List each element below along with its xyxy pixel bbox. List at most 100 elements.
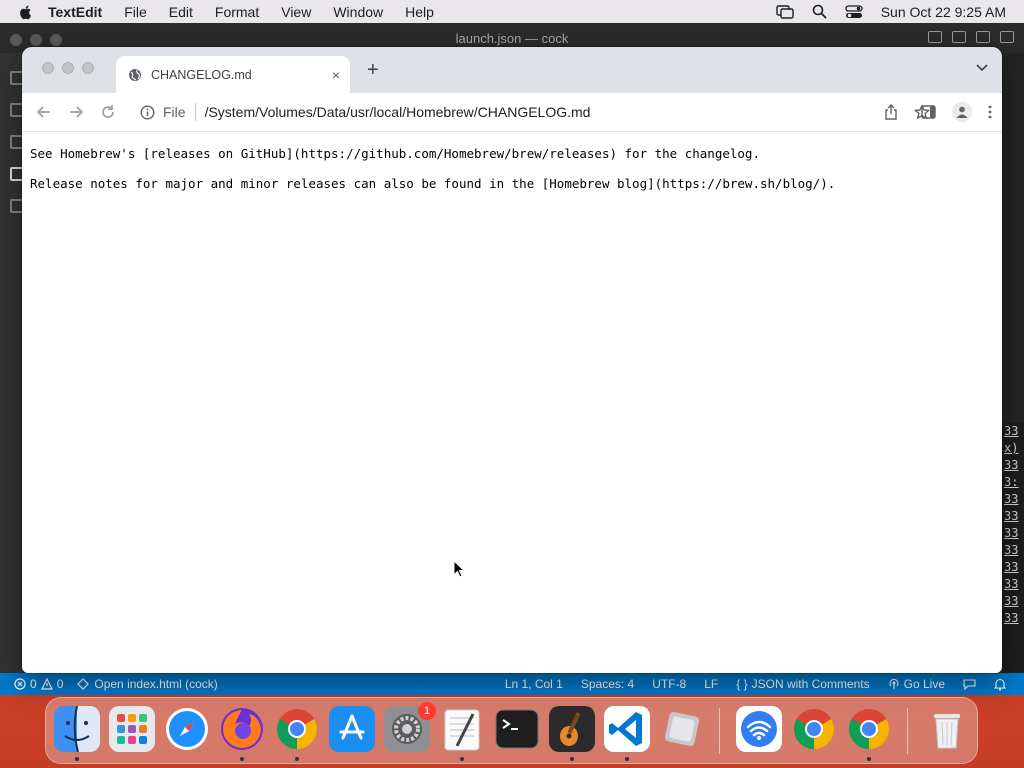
launchpad-icon[interactable] (109, 706, 155, 752)
arrow-right-icon (70, 106, 84, 118)
tab-title: CHANGELOG.md (151, 67, 252, 82)
eol-label: LF (704, 677, 719, 691)
customize-layout-icon[interactable] (1000, 31, 1014, 43)
cursor-position-label: Ln 1, Col 1 (504, 677, 563, 691)
mouse-pointer-icon (453, 560, 465, 578)
encoding-setting[interactable]: UTF-8 (652, 677, 686, 691)
running-indicator (460, 757, 464, 761)
broadcast-icon (889, 678, 899, 689)
close-tab-button[interactable]: × (332, 67, 340, 83)
safari-icon[interactable] (164, 706, 210, 752)
forward-button[interactable] (66, 102, 86, 122)
running-indicator (570, 757, 574, 761)
menu-clock[interactable]: Sun Oct 22 9:25 AM (881, 4, 1006, 20)
editor-line: 33 (1004, 492, 1019, 506)
editor-line: 33 (1004, 611, 1019, 625)
toggle-panel-icon[interactable] (952, 31, 966, 43)
editor-line: 33 (1004, 424, 1019, 438)
info-icon[interactable] (140, 104, 155, 120)
editor-line: 33 (1004, 509, 1019, 523)
menu-edit[interactable]: Edit (169, 4, 193, 20)
kebab-menu-icon[interactable] (988, 105, 992, 119)
side-panel-icon[interactable] (921, 105, 936, 119)
textedit-icon[interactable] (439, 706, 485, 752)
system-settings-icon[interactable]: 1 (384, 702, 436, 752)
preview-icon[interactable] (659, 706, 705, 752)
error-count: 0 (30, 677, 37, 691)
vscode-window-controls (10, 34, 62, 46)
zoom-window-button[interactable] (50, 34, 62, 46)
editor-line: 3: (1004, 475, 1019, 489)
running-indicator (240, 757, 244, 761)
finder-icon[interactable] (54, 705, 100, 753)
toggle-primary-sidebar-icon[interactable] (928, 31, 942, 43)
vscode-window-title: launch.json — cock (455, 30, 569, 46)
menu-view[interactable]: View (281, 4, 311, 20)
share-icon[interactable] (884, 104, 898, 120)
running-indicator (625, 757, 629, 761)
bell-icon (994, 678, 1006, 691)
problems-indicator[interactable]: 0 0 (14, 677, 63, 691)
vscode-icon[interactable] (604, 706, 650, 752)
tab-changelog[interactable]: CHANGELOG.md × (116, 56, 350, 93)
editor-line: x) (1004, 441, 1019, 455)
tab-search-chevron-icon[interactable] (976, 64, 988, 72)
notifications-button[interactable] (994, 678, 1006, 691)
zoom-window-button[interactable] (82, 62, 94, 74)
feedback-button[interactable] (963, 678, 976, 690)
editor-visible-fragment: 33 x) 33 3: 33 33 33 33 33 33 33 33 (1002, 423, 1024, 673)
menu-format[interactable]: Format (215, 4, 259, 20)
editor-line: 33 (1004, 526, 1019, 540)
chrome-window-controls (42, 62, 94, 74)
indentation-label: Spaces: 4 (580, 677, 635, 691)
apple-logo-icon[interactable] (18, 4, 34, 20)
layout-controls (928, 31, 1014, 43)
open-index-button[interactable]: Open index.html (cock) (77, 677, 218, 691)
wifi-settings-icon[interactable] (736, 706, 782, 752)
running-indicator (295, 757, 299, 761)
url-divider (194, 103, 196, 121)
minimize-window-button[interactable] (30, 34, 42, 46)
dock: 1 (45, 697, 978, 764)
language-label: JSON with Comments (751, 677, 870, 691)
warning-icon (40, 678, 53, 690)
menu-app-name[interactable]: TextEdit (48, 4, 102, 20)
menu-bar: TextEdit File Edit Format View Window He… (0, 0, 1024, 23)
close-window-button[interactable] (42, 62, 54, 74)
profile-avatar[interactable] (952, 102, 972, 122)
activity-bar (0, 53, 24, 673)
minimize-window-button[interactable] (62, 62, 74, 74)
go-live-button[interactable]: Go Live (888, 677, 945, 691)
menu-window[interactable]: Window (333, 4, 383, 20)
screen-mirroring-icon[interactable] (776, 4, 794, 19)
back-button[interactable] (34, 102, 54, 122)
new-tab-button[interactable]: + (367, 60, 379, 80)
dock-divider (907, 708, 908, 754)
spotlight-search-icon[interactable] (812, 4, 827, 19)
eol-setting[interactable]: LF (704, 677, 718, 691)
control-center-icon[interactable] (845, 4, 863, 19)
language-mode[interactable]: { } JSON with Comments (736, 677, 869, 691)
menu-file[interactable]: File (124, 4, 147, 20)
cursor-position[interactable]: Ln 1, Col 1 (505, 677, 563, 691)
chrome-icon[interactable] (791, 706, 837, 752)
browser-toolbar: File /System/Volumes/Data/usr/local/Home… (22, 93, 1002, 132)
content-line: Release notes for major and minor releas… (30, 176, 836, 191)
garageband-icon[interactable] (549, 706, 595, 752)
close-window-button[interactable] (10, 34, 22, 46)
menu-help[interactable]: Help (405, 4, 434, 20)
trash-icon[interactable] (924, 706, 970, 752)
go-live-label: Go Live (903, 677, 945, 691)
toggle-secondary-sidebar-icon[interactable] (976, 31, 990, 43)
url-text[interactable]: /System/Volumes/Data/usr/local/Homebrew/… (205, 104, 591, 120)
notification-badge: 1 (418, 702, 436, 720)
terminal-icon[interactable] (494, 706, 540, 752)
dock-divider (719, 708, 720, 754)
chrome-icon[interactable] (846, 706, 892, 752)
app-store-icon[interactable] (329, 706, 375, 752)
indentation-setting[interactable]: Spaces: 4 (581, 677, 634, 691)
address-bar[interactable]: File /System/Volumes/Data/usr/local/Home… (130, 97, 940, 127)
reload-button[interactable] (98, 102, 118, 122)
firefox-icon[interactable] (219, 706, 265, 752)
chrome-icon[interactable] (274, 706, 320, 752)
